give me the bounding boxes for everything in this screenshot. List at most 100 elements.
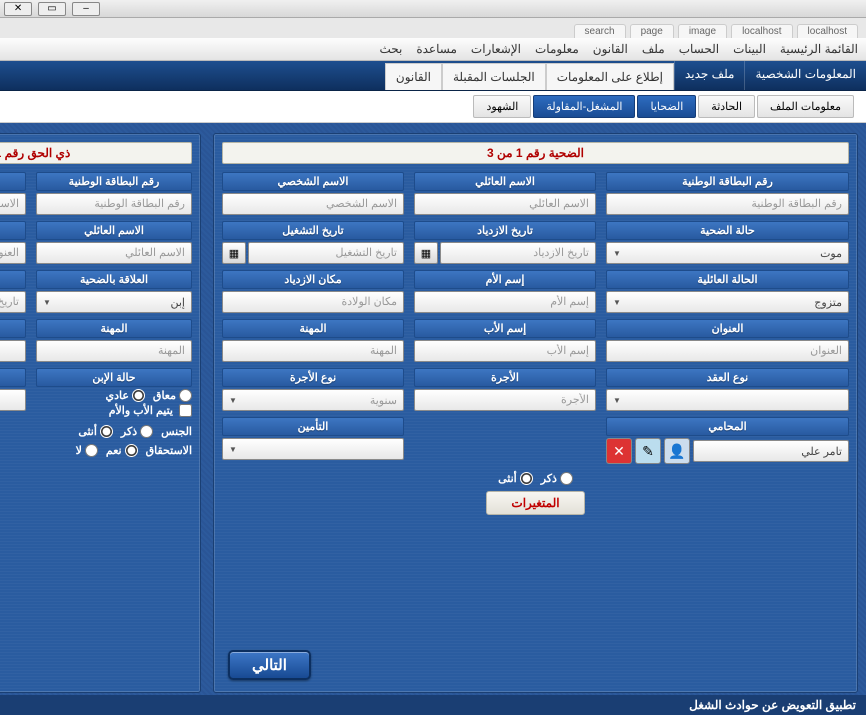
nav1-item-upcoming-sessions[interactable]: الجلسات المقبلة — [442, 63, 546, 90]
input-b-first-name[interactable] — [0, 193, 26, 215]
menu-item[interactable]: الإشعارات — [471, 42, 521, 56]
select-victim-state[interactable]: موت — [606, 242, 849, 264]
label-contract-type: نوع العقد — [606, 368, 849, 387]
radio-ent-yes[interactable]: نعم — [106, 444, 138, 457]
nav1-item-new-file[interactable]: ملف جديد — [674, 61, 745, 90]
menu-item[interactable]: بحث — [379, 42, 402, 56]
select-wage-type[interactable]: سنوية — [222, 389, 404, 411]
radio-male[interactable]: ذكر — [541, 472, 573, 485]
input-b-birth-date[interactable] — [0, 291, 26, 313]
menu-item[interactable]: ملف — [642, 42, 665, 56]
select-insurance[interactable] — [222, 438, 404, 460]
select-b-marital[interactable] — [0, 389, 26, 411]
input-b-profession[interactable] — [36, 340, 192, 362]
input-birth-place[interactable] — [222, 291, 404, 313]
input-hire-date[interactable] — [248, 242, 404, 264]
menu-item[interactable]: معلومات — [535, 42, 579, 56]
input-first-name[interactable] — [222, 193, 404, 215]
input-mother-name[interactable] — [414, 291, 596, 313]
radio-b-male[interactable]: ذكر — [121, 425, 153, 438]
input-profession[interactable] — [222, 340, 404, 362]
label-address: العنوان — [606, 319, 849, 338]
footer-text: تطبيق التعويض عن حوادث الشغل — [0, 695, 866, 715]
label-b-address: العنوان — [0, 221, 26, 240]
add-lawyer-icon[interactable]: 👤 — [664, 438, 690, 464]
primary-nav: المعلومات الشخصية ملف جديد إطلاع على الم… — [0, 61, 866, 91]
input-last-name[interactable] — [414, 193, 596, 215]
calendar-icon[interactable]: ▦ — [222, 242, 246, 264]
label-b-relation: العلاقة بالضحية — [36, 270, 192, 289]
browser-tab[interactable]: page — [630, 24, 674, 38]
select-b-relation[interactable]: إبن — [36, 291, 192, 313]
next-button[interactable]: التالي — [228, 650, 311, 680]
victim-panel: الضحية رقم 1 من 3 رقم البطاقة الوطنية ال… — [213, 133, 858, 693]
radio-son-normal[interactable]: عادي — [105, 389, 144, 402]
browser-tab[interactable]: search — [574, 24, 626, 38]
label-father-name: إسم الأب — [414, 319, 596, 338]
window-min-button[interactable]: – — [72, 2, 100, 16]
menu-item[interactable]: الحساب — [679, 42, 719, 56]
menu-item[interactable]: القائمة الرئيسية — [780, 42, 858, 56]
menu-item[interactable]: القانون — [593, 42, 628, 56]
select-contract-type[interactable] — [606, 389, 849, 411]
nav2-item-victims[interactable]: الضحايا — [637, 95, 696, 118]
nav1-item-law[interactable]: القانون — [385, 63, 442, 90]
menu-item[interactable]: مساعدة — [416, 42, 457, 56]
nav1-item-personal-info[interactable]: المعلومات الشخصية — [744, 61, 866, 90]
label-mother-name: إسم الأم — [414, 270, 596, 289]
input-lawyer[interactable] — [693, 440, 849, 462]
input-national-id[interactable] — [606, 193, 849, 215]
label-profession: المهنة — [222, 319, 404, 338]
input-wage[interactable] — [414, 389, 596, 411]
window-close-button[interactable]: ✕ — [4, 2, 32, 16]
delete-lawyer-icon[interactable]: ✕ — [606, 438, 632, 464]
label-birth-date: تاريخ الازدياد — [414, 221, 596, 240]
label-entitlement: الاستحقاق — [146, 444, 192, 457]
select-b-education[interactable] — [0, 340, 26, 362]
select-marital[interactable]: متزوج — [606, 291, 849, 313]
b-gender-radios: الجنس ذكر أنثى — [0, 425, 192, 438]
label-b-first-name: الاسم الشخصي — [0, 172, 26, 191]
label-b-last-name: الاسم العائلي — [36, 221, 192, 240]
browser-tab[interactable]: localhost — [797, 24, 858, 38]
calendar-icon[interactable]: ▦ — [414, 242, 438, 264]
nav1-item-view-info[interactable]: إطلاع على المعلومات — [546, 63, 674, 90]
window-max-button[interactable]: ▭ — [38, 2, 66, 16]
label-b-education: المستوى الدراسي — [0, 319, 26, 338]
nav2-item-file-info[interactable]: معلومات الملف — [757, 95, 854, 118]
label-b-marital: الحالة العائلية — [0, 368, 26, 387]
radio-female[interactable]: أنثى — [498, 472, 533, 485]
label-hire-date: تاريخ التشغيل — [222, 221, 404, 240]
browser-tab[interactable]: localhost — [731, 24, 792, 38]
label-wage-type: نوع الأجرة — [222, 368, 404, 387]
browser-tab[interactable]: image — [678, 24, 727, 38]
workspace: الضحية رقم 1 من 3 رقم البطاقة الوطنية ال… — [0, 123, 866, 708]
label-birth-place: مكان الازدياد — [222, 270, 404, 289]
radio-b-female[interactable]: أنثى — [78, 425, 113, 438]
browser-tab-strip: localhost localhost image page search — [0, 18, 866, 38]
victim-panel-title: الضحية رقم 1 من 3 — [222, 142, 849, 164]
radio-ent-no[interactable]: لا — [76, 444, 98, 457]
label-national-id: رقم البطاقة الوطنية — [606, 172, 849, 191]
label-lawyer: المحامي — [606, 417, 849, 436]
input-b-address[interactable] — [0, 242, 26, 264]
label-b-profession: المهنة — [36, 319, 192, 338]
nav2-item-incident[interactable]: الحادثة — [698, 95, 755, 118]
input-b-last-name[interactable] — [36, 242, 192, 264]
input-b-national-id[interactable] — [36, 193, 192, 215]
gender-radios: ذكر أنثى — [222, 472, 849, 485]
nav2-item-employer[interactable]: المشغل-المقاولة — [533, 95, 635, 118]
input-birth-date[interactable] — [440, 242, 596, 264]
radio-son-disabled[interactable]: معاق — [153, 389, 192, 402]
label-last-name: الاسم العائلي — [414, 172, 596, 191]
edit-lawyer-icon[interactable]: ✎ — [635, 438, 661, 464]
orphan-checkbox[interactable]: يتيم الأب والأم — [36, 404, 192, 417]
input-address[interactable] — [606, 340, 849, 362]
secondary-nav: معلومات الملف الحادثة الضحايا المشغل-الم… — [0, 91, 866, 123]
menu-item[interactable]: البينات — [733, 42, 766, 56]
label-victim-state: حالة الضحية — [606, 221, 849, 240]
input-father-name[interactable] — [414, 340, 596, 362]
nav2-item-witnesses[interactable]: الشهود — [473, 95, 531, 118]
changes-button[interactable]: المتغيرات — [486, 491, 584, 515]
label-marital: الحالة العائلية — [606, 270, 849, 289]
